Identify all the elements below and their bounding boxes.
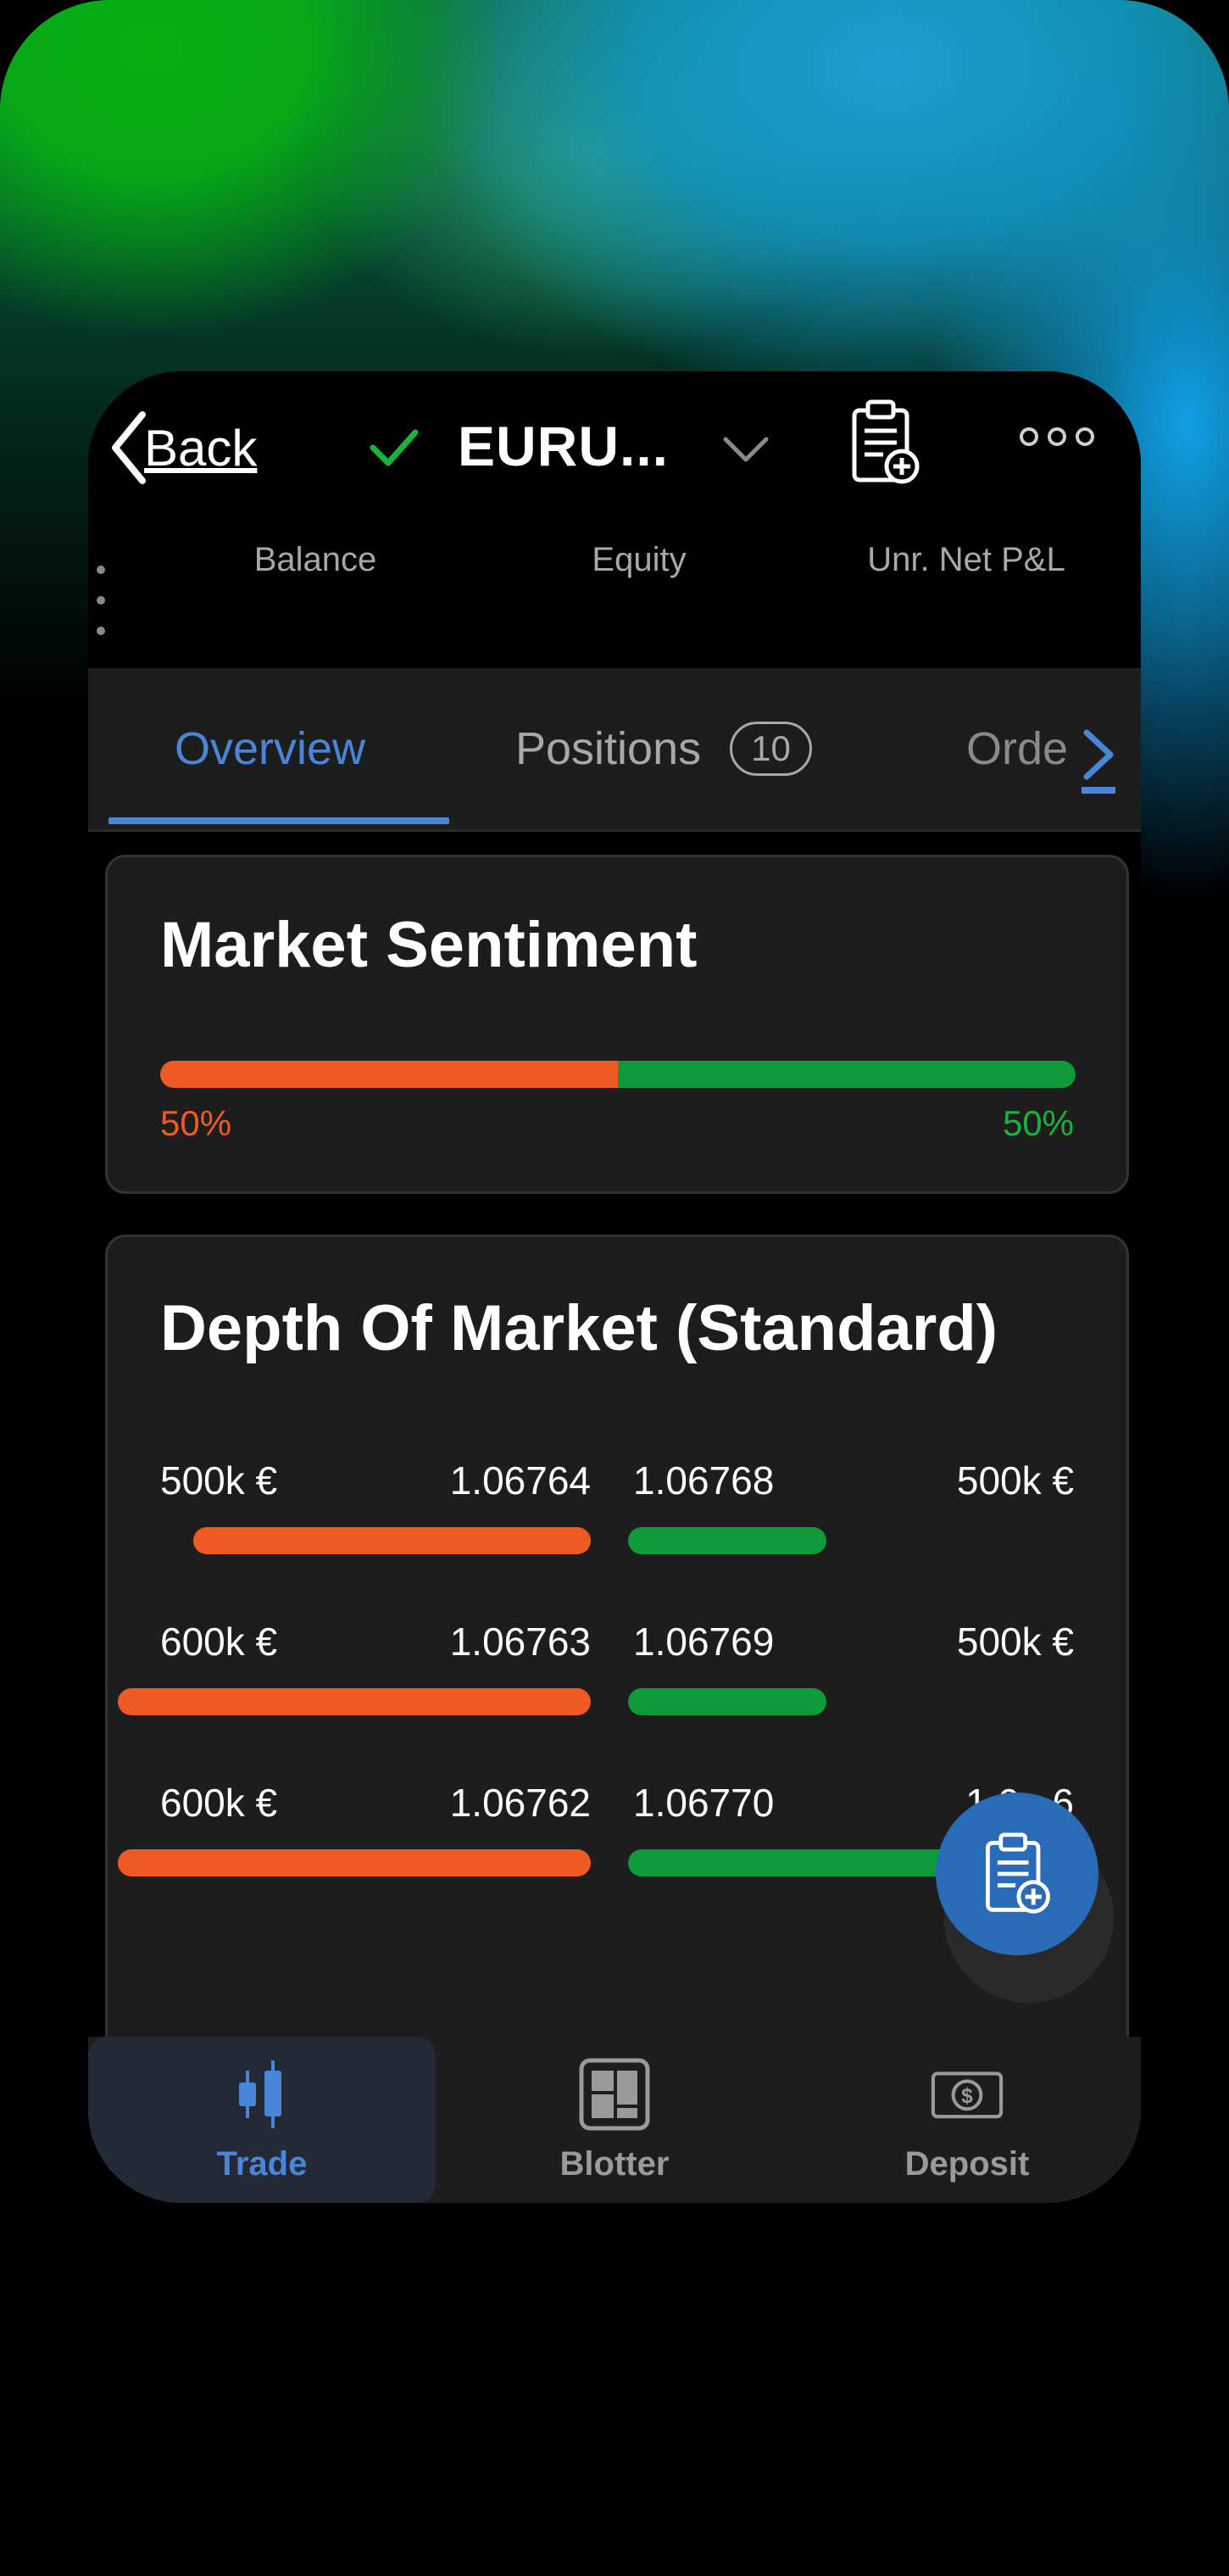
sentiment-buy-percent: 50% [1002,1103,1074,1143]
nav-blotter[interactable]: Blotter [441,2037,788,2203]
dom-row: 500k € 1.06764 1.06768 500k € [108,1458,1126,1585]
checkmark-icon [370,429,419,466]
svg-text:$: $ [961,2085,973,2108]
new-order-clipboard-icon[interactable] [849,399,920,487]
candlestick-icon [239,2060,281,2128]
sentiment-bar [160,1061,1076,1088]
ask-depth-bar [628,1688,826,1715]
active-tab-indicator [108,817,449,824]
depth-of-market-title: Depth Of Market (Standard) [160,1292,998,1364]
dollar-bill-icon: $ [931,2071,1004,2119]
bid-volume: 500k € [160,1458,278,1503]
market-sentiment-card: Market Sentiment 50% 50% [105,855,1129,1194]
bid-depth-bar [118,1688,591,1715]
chevron-left-icon [112,411,146,484]
nav-trade[interactable]: Trade [88,2037,436,2203]
sentiment-buy-fill [618,1061,1076,1088]
positions-count-badge: 10 [730,722,812,776]
bid-volume: 600k € [160,1781,278,1825]
bid-depth-bar [193,1527,591,1554]
unrealized-pnl-label: Unr. Net P&L [867,541,1065,578]
tab-positions-label: Positions [515,723,702,774]
bid-volume: 600k € [160,1620,278,1664]
ask-depth-bar [628,1527,826,1554]
symbol-selector[interactable]: EURU... [458,414,669,478]
dom-row: 600k € 1.06763 1.06769 500k € [108,1619,1126,1746]
balance-label: Balance [253,541,377,578]
chevron-down-icon[interactable] [722,431,770,468]
sentiment-sell-percent: 50% [160,1103,232,1143]
tab-overview-label: Overview [175,723,366,774]
ask-volume: 500k € [956,1458,1074,1503]
equity-label: Equity [592,541,687,578]
back-label: Back [144,419,258,477]
tab-orders-label: Orde [966,723,1069,774]
tab-orders[interactable]: Orde [966,668,1068,829]
new-order-fab[interactable] [936,1793,1098,1955]
blotter-icon [579,2058,650,2131]
bid-price: 1.06764 [449,1458,591,1503]
tab-overview[interactable]: Overview [175,668,365,829]
nav-deposit-label: Deposit [904,2145,1030,2183]
back-button[interactable]: Back [108,405,257,490]
ask-price: 1.06768 [633,1458,775,1503]
new-order-clipboard-icon [985,1832,1050,1914]
app-header: Back EURU... Balance Equity Unr. Net P&L [88,371,1141,668]
bid-price: 1.06763 [449,1620,591,1664]
nav-blotter-label: Blotter [559,2145,670,2183]
bid-price: 1.06762 [449,1781,591,1825]
tab-bar: Overview Positions 10 Orde [88,668,1141,832]
sentiment-sell-fill [160,1061,618,1088]
market-sentiment-title: Market Sentiment [160,909,698,981]
ask-price: 1.06770 [633,1781,775,1825]
tab-positions[interactable]: Positions 10 [515,668,812,829]
bottom-navigation: Trade Blotter $ Deposit [88,2037,1141,2203]
ask-price: 1.06769 [633,1620,775,1664]
nav-deposit[interactable]: $ Deposit [793,2037,1141,2203]
more-options-icon[interactable] [1019,424,1095,449]
ask-volume: 500k € [956,1620,1074,1664]
device-screen: Back EURU... Balance Equity Unr. Net P&L… [0,0,1229,2576]
drag-handle-icon[interactable] [95,558,107,643]
bid-depth-bar [118,1849,591,1876]
nav-trade-label: Trade [216,2145,308,2183]
tab-scroll-right-icon[interactable] [1080,726,1119,797]
